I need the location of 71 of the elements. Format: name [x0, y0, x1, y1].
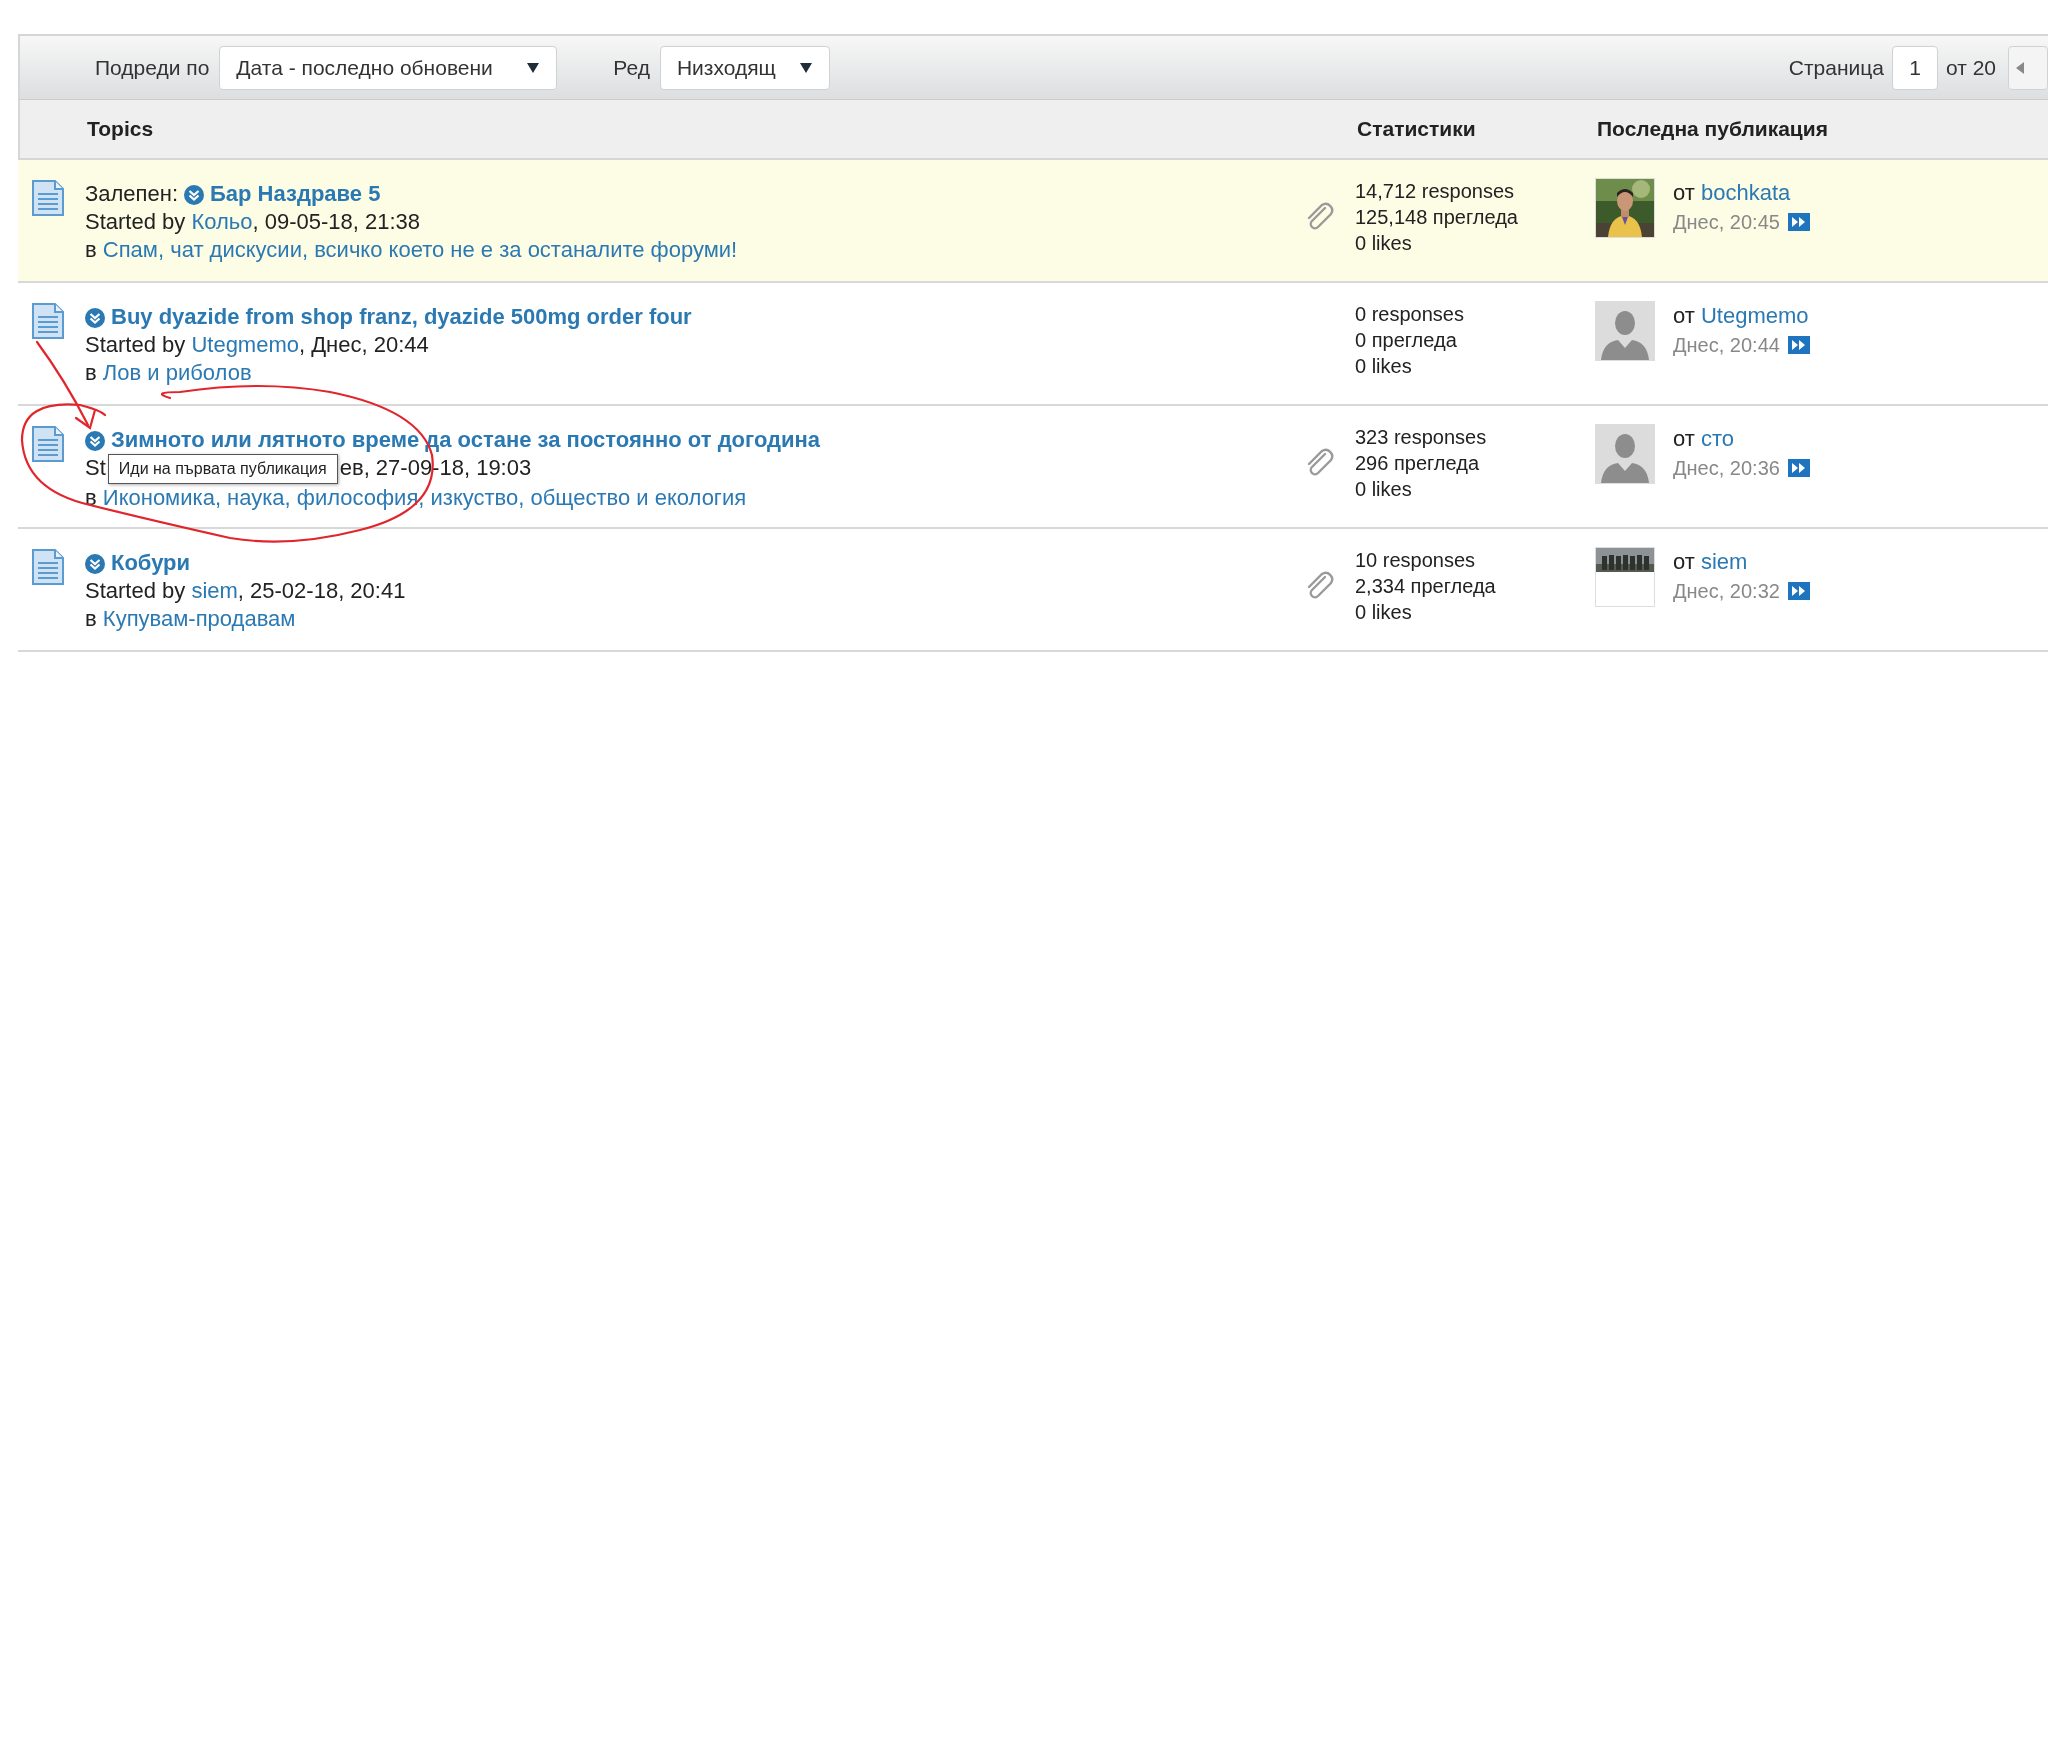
first-post-link-icon[interactable]	[85, 430, 105, 450]
topic-title-link[interactable]: Бар Наздраве 5	[210, 180, 381, 208]
likes-count: 0 likes	[1355, 231, 1412, 256]
forum-link[interactable]: Лов и риболов	[102, 360, 252, 385]
order-label: Ред	[613, 55, 650, 80]
go-to-last-post-icon[interactable]	[1787, 459, 1810, 477]
responses-count: 0 responses	[1355, 302, 1464, 327]
views-count: 296 прегледа	[1355, 451, 1479, 476]
started-by-text: Started by siem, 25-02-18, 20:41	[85, 578, 406, 603]
caret-icon	[526, 61, 541, 74]
topic-title-link[interactable]: Кобури	[111, 549, 191, 577]
last-post-by-text: от bochkata	[1673, 180, 1791, 205]
views-count: 2,334 прегледа	[1355, 574, 1496, 599]
responses-count: 323 responses	[1355, 425, 1487, 450]
column-header: Topics	[87, 117, 155, 141]
document-icon	[32, 426, 64, 462]
author-link[interactable]: siem	[1700, 549, 1748, 574]
first-post-link-icon[interactable]	[85, 553, 105, 573]
document-icon	[32, 303, 64, 339]
previous-page-button[interactable]	[2008, 45, 2048, 90]
page-total: от 20	[1945, 55, 1996, 80]
page-label: Страница	[1788, 55, 1884, 80]
sticky-label: Залепен:	[85, 180, 178, 208]
avatar-silhouette-icon	[1596, 302, 1654, 360]
forum-text: в Купувам-продавам	[85, 606, 296, 631]
go-to-last-post-icon[interactable]	[1787, 213, 1810, 231]
started-by-text: St	[85, 455, 106, 480]
responses-count: 10 responses	[1355, 548, 1476, 573]
last-post-time: Днес, 20:45	[1673, 210, 1780, 235]
sort-label: Подреди по	[95, 55, 210, 80]
views-count: 125,148 прегледа	[1355, 205, 1518, 230]
document-icon	[32, 180, 64, 216]
last-post-by-text: от сто	[1673, 426, 1735, 451]
caret-icon	[798, 61, 813, 74]
author-link[interactable]: siem	[191, 578, 238, 603]
sort-dropdown[interactable]: Дата - последно обновени	[219, 45, 558, 90]
left-arrow-icon	[2015, 60, 2025, 75]
forum-link[interactable]: Купувам-продавам	[102, 606, 296, 631]
likes-count: 0 likes	[1355, 600, 1412, 625]
topic-title-link[interactable]: Buy dyazide from shop franz, dyazide 500mg order four	[111, 303, 692, 331]
column-header: Статистики	[1357, 117, 1477, 141]
started-by-text: Started by Utegmemo, Днес, 20:44	[85, 332, 429, 357]
last-post-time: Днес, 20:32	[1673, 579, 1780, 604]
last-post-time: Днес, 20:44	[1673, 333, 1780, 358]
author-link[interactable]: Utegmemo	[191, 332, 299, 357]
forum-text: в Спам, чат дискусии, всичко което не е за останалите форуми!	[85, 237, 738, 262]
first-post-link-icon[interactable]	[85, 307, 105, 327]
first-post-link-icon[interactable]	[184, 184, 204, 204]
go-to-last-post-icon[interactable]	[1787, 582, 1810, 600]
last-post-by-text: от siem	[1673, 549, 1748, 574]
forum-text: в Лов и риболов	[85, 360, 252, 385]
likes-count: 0 likes	[1355, 477, 1412, 502]
author-link[interactable]: bochkata	[1700, 180, 1791, 205]
document-icon	[32, 549, 64, 585]
author-link[interactable]: сто	[1700, 426, 1735, 451]
go-to-last-post-icon[interactable]	[1787, 336, 1810, 354]
topic-title-link[interactable]: Зимното или лятното време да остане за постоянно от догодина	[111, 426, 821, 454]
last-post-time: Днес, 20:36	[1673, 456, 1780, 481]
views-count: 0 прегледа	[1355, 328, 1457, 353]
tooltip: Иди на първата публикация	[107, 454, 338, 484]
column-header: Последна публикация	[1597, 117, 1829, 141]
last-post-by-text: от Utegmemo	[1673, 303, 1809, 328]
author-link[interactable]: Utegmemo	[1700, 303, 1809, 328]
forum-link[interactable]: Спам, чат дискусии, всичко което не е за останалите форуми!	[102, 237, 738, 262]
order-dropdown[interactable]: Низходящ	[659, 45, 830, 90]
likes-count: 0 likes	[1355, 354, 1412, 379]
author-link[interactable]: Кольо	[191, 209, 253, 234]
responses-count: 14,712 responses	[1355, 179, 1514, 204]
started-by-text: Started by Кольо, 09-05-18, 21:38	[85, 209, 421, 234]
avatar-silhouette-icon	[1596, 425, 1654, 483]
page-number-field[interactable]: 1	[1891, 45, 1938, 90]
